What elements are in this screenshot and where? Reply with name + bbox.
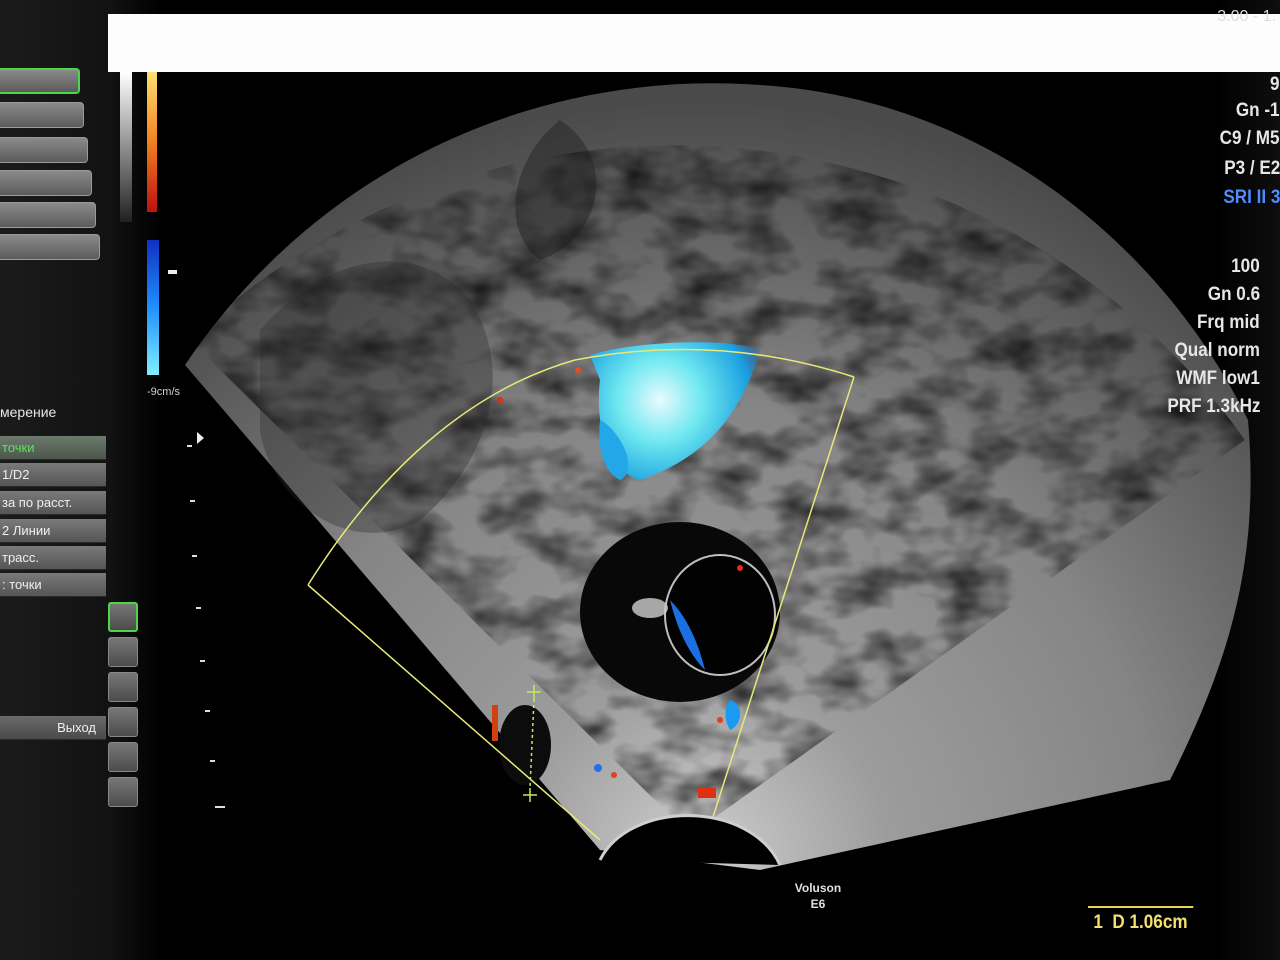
measure-section-label: мерение — [0, 404, 57, 420]
param-gain: Gn -1 — [1236, 100, 1280, 121]
side-button[interactable] — [108, 602, 138, 632]
param-sri: SRI II 3 — [1222, 187, 1280, 208]
menu-item-points[interactable]: точки — [0, 436, 106, 460]
velocity-scale-label: -9cm/s — [147, 386, 180, 398]
param-frequency: Frq mid — [1197, 312, 1260, 333]
color-velocity-scale — [120, 72, 177, 375]
depth-marker — [196, 607, 201, 609]
param-preset: P3 / E2 — [1223, 158, 1280, 179]
menu-button-4[interactable] — [0, 170, 92, 196]
menu-button-3[interactable] — [0, 137, 88, 163]
menu-item-d1-d2[interactable]: 1/D2 — [0, 463, 106, 487]
param-probe: C9 / M5 — [1220, 128, 1280, 149]
param-doppler-power: 100 — [1231, 256, 1260, 277]
menu-button-1[interactable] — [0, 68, 80, 94]
depth-marker — [192, 555, 197, 557]
top-bar: 3.00 - 1. — [108, 8, 1280, 72]
menu-item-trace-points[interactable]: : точки — [0, 573, 106, 597]
depth-marker — [187, 445, 192, 447]
side-button[interactable] — [108, 742, 138, 772]
menu-button-6[interactable] — [0, 234, 100, 260]
side-button[interactable] — [108, 777, 138, 807]
measurement-readout: 1 D 1.06cm — [1088, 906, 1193, 938]
focus-marker-icon — [197, 432, 204, 444]
depth-marker — [205, 710, 210, 712]
menu-button-2[interactable] — [0, 102, 84, 128]
param-depth: 9 — [1270, 74, 1280, 95]
menu-item-trace[interactable]: трасс. — [0, 546, 106, 570]
depth-marker — [215, 806, 225, 808]
top-right-text: 3.00 - 1. — [1217, 8, 1276, 25]
param-doppler-gain: Gn 0.6 — [1207, 284, 1260, 305]
side-button[interactable] — [108, 707, 138, 737]
side-button[interactable] — [108, 672, 138, 702]
menu-item-two-lines[interactable]: 2 Линии — [0, 519, 106, 543]
ultrasound-screen: 3.00 - 1. -9cm/s мерение точки 1/D2 за п… — [0, 0, 1280, 960]
menu-button-5[interactable] — [0, 202, 96, 228]
side-button[interactable] — [108, 637, 138, 667]
exit-button[interactable]: Выход — [0, 716, 106, 740]
ultrasound-image — [185, 83, 1251, 870]
depth-marker — [210, 760, 215, 762]
depth-marker — [190, 500, 195, 502]
brand-logo: Voluson E6 — [794, 881, 842, 911]
depth-marker — [200, 660, 205, 662]
menu-item-phase-distance[interactable]: за по расст. — [0, 491, 106, 515]
param-prf: PRF 1.3kHz — [1166, 396, 1260, 417]
param-wall-filter: WMF low1 — [1176, 368, 1260, 389]
param-quality: Qual norm — [1174, 340, 1260, 361]
